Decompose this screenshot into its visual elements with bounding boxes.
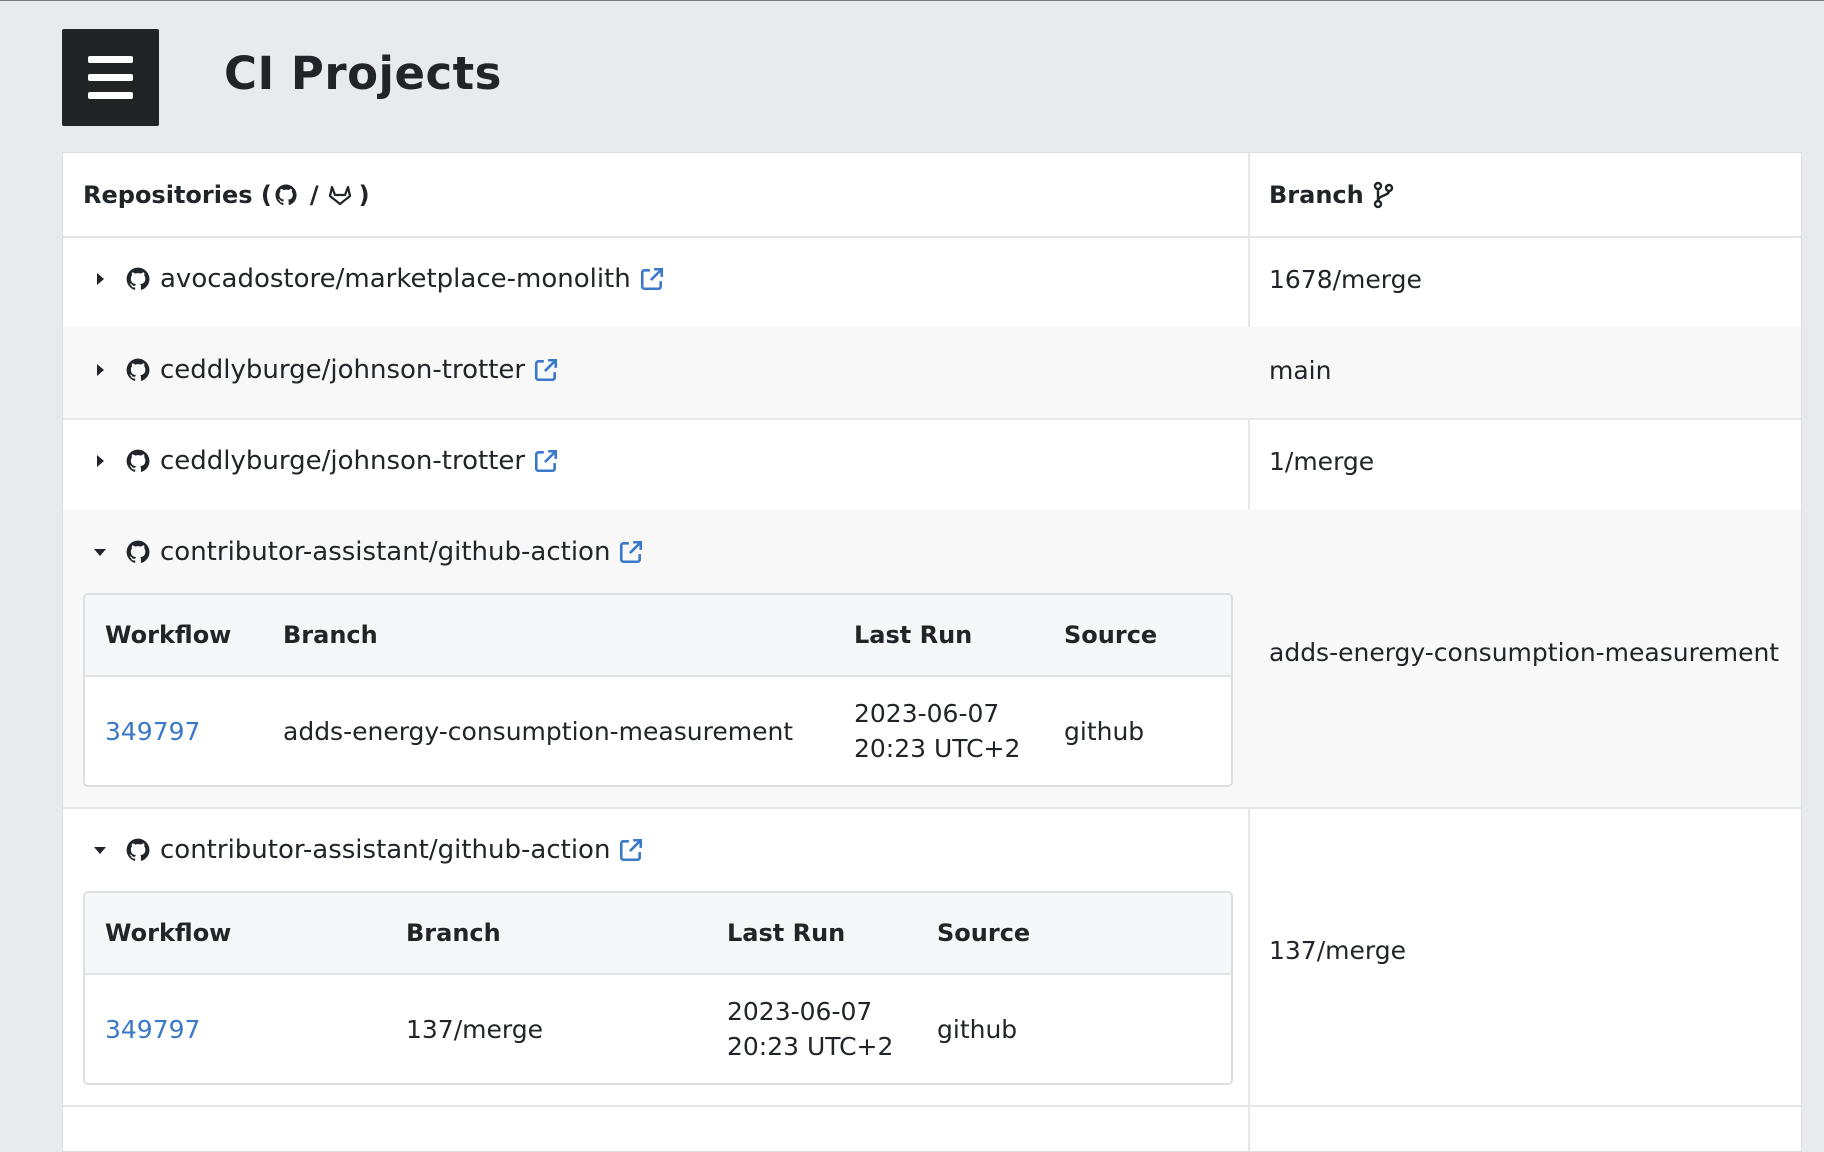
branch-cell: main [1269, 356, 1332, 385]
hamburger-icon [88, 56, 133, 63]
last-run-time: 20:23 UTC+2 [727, 1032, 894, 1061]
branch-cell: adds-energy-consumption-measurement [1269, 638, 1780, 667]
repo-name: avocadostore/marketplace-monolith [160, 264, 631, 294]
repo-cell: ceddlyburge/johnson-trotter [91, 446, 559, 476]
last-run-col-header: Last Run [854, 621, 973, 649]
branch-cell: 137/merge [1269, 936, 1406, 965]
github-icon [275, 184, 297, 205]
repositories-header: Repositories ( / ) [83, 180, 370, 209]
caret-right-icon[interactable] [91, 270, 109, 288]
menu-button[interactable] [62, 29, 159, 126]
caret-down-icon[interactable] [91, 841, 109, 859]
repo-name: contributor-assistant/github-action [160, 537, 611, 567]
git-branch-icon [1373, 181, 1393, 208]
source-col-header: Source [937, 919, 1031, 947]
branch-cell: 1/merge [1269, 447, 1375, 476]
last-run-col-header: Last Run [727, 919, 846, 947]
table-row[interactable]: avocadostore/marketplace-monolith 1678/m… [63, 236, 1801, 329]
external-link-icon[interactable] [618, 539, 644, 565]
table-row[interactable]: ceddlyburge/johnson-trotter main [63, 327, 1801, 420]
source: github [937, 1014, 1018, 1044]
repo-name: ceddlyburge/johnson-trotter [160, 446, 526, 476]
projects-table: Repositories ( / ) Branch avocadostore/m… [62, 152, 1802, 1152]
repo-cell: contributor-assistant/github-action [91, 835, 644, 865]
workflow-table-header: Workflow Branch Last Run Source [85, 595, 1231, 677]
hamburger-icon [88, 92, 133, 99]
workflow-col-header: Workflow [105, 919, 232, 947]
source-col-header: Source [1064, 621, 1158, 649]
table-header: Repositories ( / ) Branch [63, 153, 1801, 238]
github-icon [125, 539, 151, 565]
workflow-branch: adds-energy-consumption-measurement [283, 716, 794, 746]
external-link-icon[interactable] [639, 266, 665, 292]
github-icon [125, 837, 151, 863]
repo-name: ceddlyburge/johnson-trotter [160, 355, 526, 385]
workflow-row: 349797 adds-energy-consumption-measureme… [85, 677, 1231, 785]
caret-down-icon[interactable] [91, 543, 109, 561]
repo-name: contributor-assistant/github-action [160, 835, 611, 865]
caret-right-icon[interactable] [91, 452, 109, 470]
source: github [1064, 716, 1145, 746]
last-run: 2023-06-07 20:23 UTC+2 [854, 677, 1020, 785]
workflow-col-header: Workflow [105, 621, 232, 649]
gitlab-icon [328, 185, 351, 205]
workflow-table: Workflow Branch Last Run Source 349797 1… [83, 891, 1233, 1085]
workflow-table-header: Workflow Branch Last Run Source [85, 893, 1231, 975]
repo-cell: avocadostore/marketplace-monolith [91, 264, 665, 294]
last-run-date: 2023-06-07 [854, 699, 1000, 728]
table-row[interactable]: ceddlyburge/johnson-trotter 1/merge [63, 418, 1801, 511]
caret-right-icon[interactable] [91, 361, 109, 379]
branch-col-header: Branch [283, 621, 378, 649]
hamburger-icon [88, 74, 133, 81]
table-row[interactable]: contributor-assistant/github-action Work… [63, 509, 1801, 809]
workflow-table: Workflow Branch Last Run Source 349797 a… [83, 593, 1233, 787]
page-title: CI Projects [224, 47, 502, 100]
github-icon [125, 357, 151, 383]
last-run-date: 2023-06-07 [727, 997, 873, 1026]
workflow-link[interactable]: 349797 [105, 975, 200, 1083]
repo-cell: contributor-assistant/github-action [91, 537, 644, 567]
workflow-row: 349797 137/merge 2023-06-07 20:23 UTC+2 … [85, 975, 1231, 1083]
workflow-branch: 137/merge [406, 1014, 543, 1044]
external-link-icon[interactable] [533, 357, 559, 383]
external-link-icon[interactable] [618, 837, 644, 863]
table-row[interactable]: contributor-assistant/github-action Work… [63, 807, 1801, 1107]
github-icon [125, 266, 151, 292]
external-link-icon[interactable] [533, 448, 559, 474]
branch-col-header: Branch [406, 919, 501, 947]
last-run: 2023-06-07 20:23 UTC+2 [727, 975, 893, 1083]
workflow-link[interactable]: 349797 [105, 677, 200, 785]
repo-cell: ceddlyburge/johnson-trotter [91, 355, 559, 385]
last-run-time: 20:23 UTC+2 [854, 734, 1021, 763]
github-icon [125, 448, 151, 474]
branch-header: Branch [1269, 153, 1394, 236]
branch-cell: 1678/merge [1269, 265, 1422, 294]
